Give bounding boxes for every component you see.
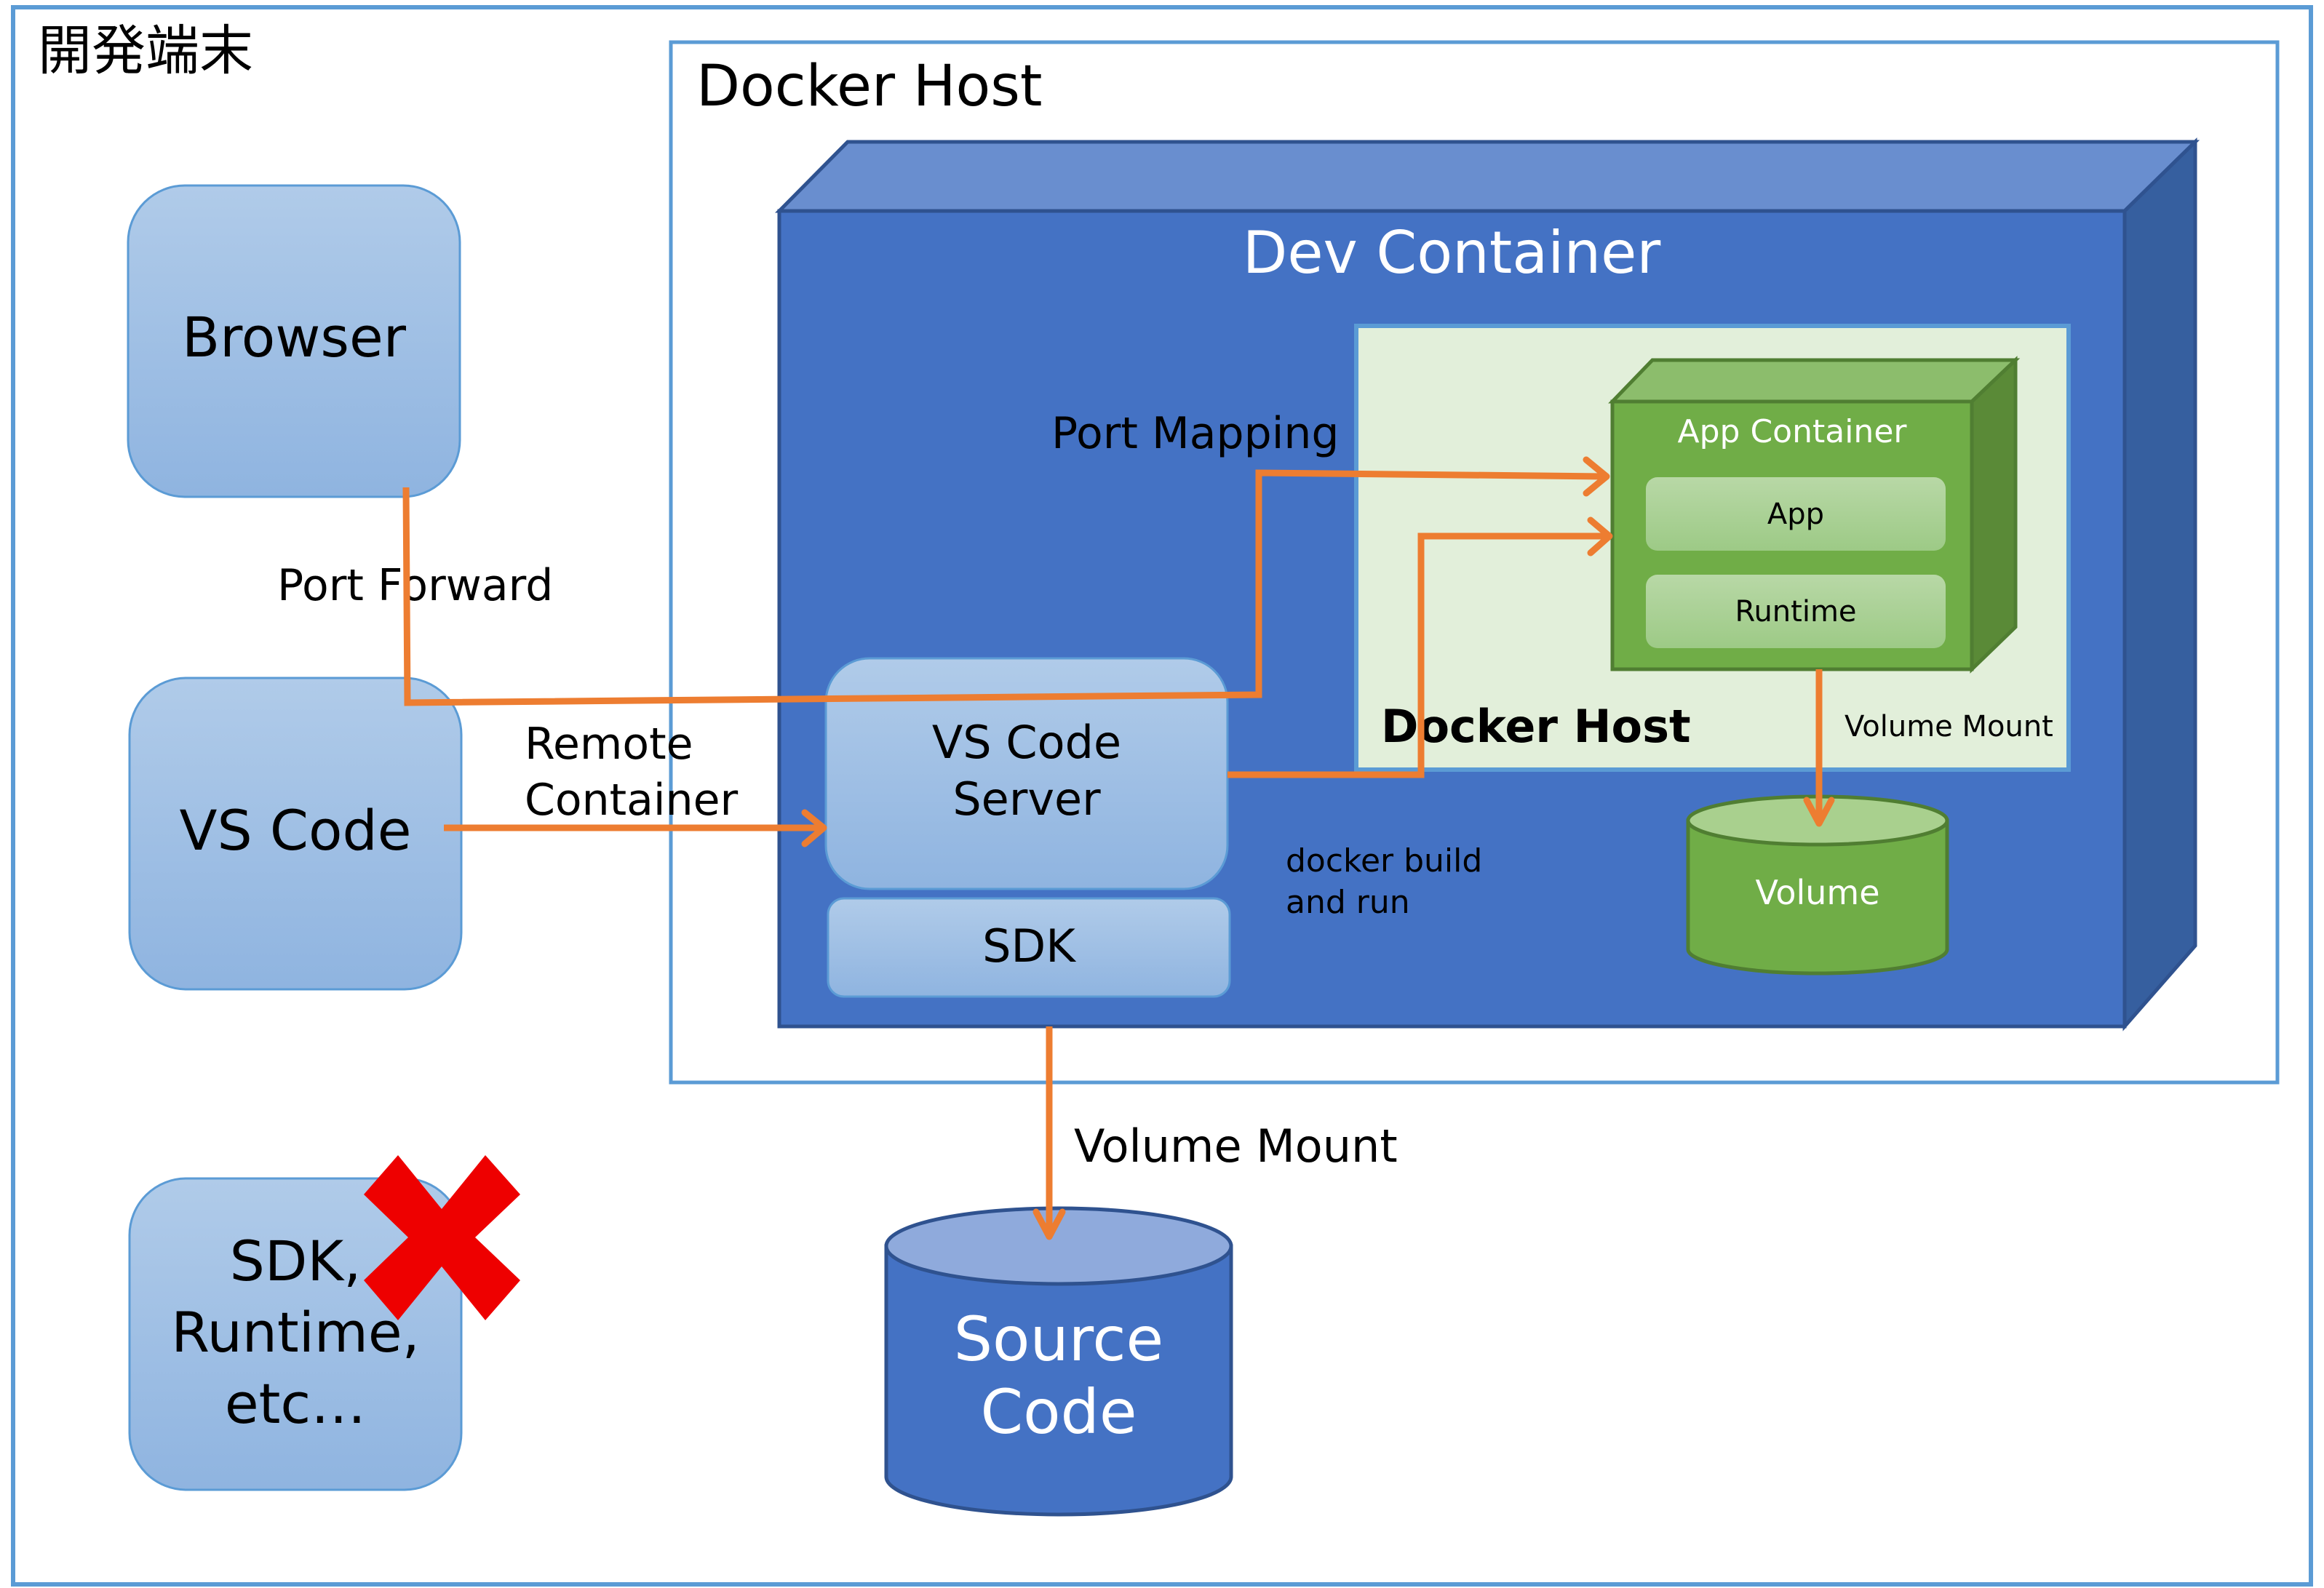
container-sdk-label: SDK <box>982 919 1076 973</box>
container-sdk-box: SDK <box>827 897 1231 998</box>
remote-container-label-line1: Remote <box>525 719 693 770</box>
app-container-title: App Container <box>1678 413 1908 450</box>
dev-container-title: Dev Container <box>1243 219 1661 287</box>
source-code-label-line1: Source <box>954 1304 1164 1375</box>
inner-volume-mount-label: Volume Mount <box>1845 710 2053 743</box>
source-code-label-line2: Code <box>980 1376 1137 1448</box>
vscode-box: VS Code <box>128 677 463 991</box>
app-container-side-face <box>1970 356 2018 674</box>
runtime-layer-label: Runtime <box>1735 595 1856 629</box>
app-container: App Container App Runtime <box>1608 356 2021 674</box>
source-code-cylinder: Source Code <box>884 1206 1233 1517</box>
dev-container-top-face <box>775 140 2200 213</box>
vscode-server-label-line1: VS Code <box>932 716 1121 769</box>
inner-docker-host-title: Docker Host <box>1381 700 1691 753</box>
local-sdk-label-line3: etc… <box>225 1371 366 1436</box>
app-container-top-face <box>1608 358 2021 404</box>
docker-host-title: Docker Host <box>696 54 1043 119</box>
port-forward-label: Port Forward <box>277 560 553 611</box>
vscode-server-label-line2: Server <box>952 773 1101 826</box>
vscode-label: VS Code <box>180 798 412 863</box>
runtime-layer: Runtime <box>1646 575 1946 648</box>
docker-dev-container-diagram: 開発端末 Docker Host Dev Container Docker Ho… <box>11 5 2313 1587</box>
app-layer: App <box>1646 477 1946 551</box>
dev-container-side-face <box>2122 137 2197 1032</box>
docker-build-label-line2: and run <box>1286 884 1410 921</box>
port-mapping-label: Port Mapping <box>1051 408 1340 459</box>
volume-label: Volume <box>1755 873 1879 912</box>
app-layer-label: App <box>1767 498 1824 531</box>
dev-machine-title: 開発端末 <box>38 20 253 82</box>
remote-container-label-line2: Container <box>525 775 739 826</box>
browser-label: Browser <box>182 305 407 370</box>
docker-build-label-line1: docker build <box>1286 842 1482 879</box>
volume-mount-label: Volume Mount <box>1074 1120 1398 1173</box>
browser-box: Browser <box>127 184 461 498</box>
local-sdk-label-line1: SDK, <box>230 1229 362 1293</box>
local-sdk-label-line2: Runtime, <box>171 1300 420 1365</box>
